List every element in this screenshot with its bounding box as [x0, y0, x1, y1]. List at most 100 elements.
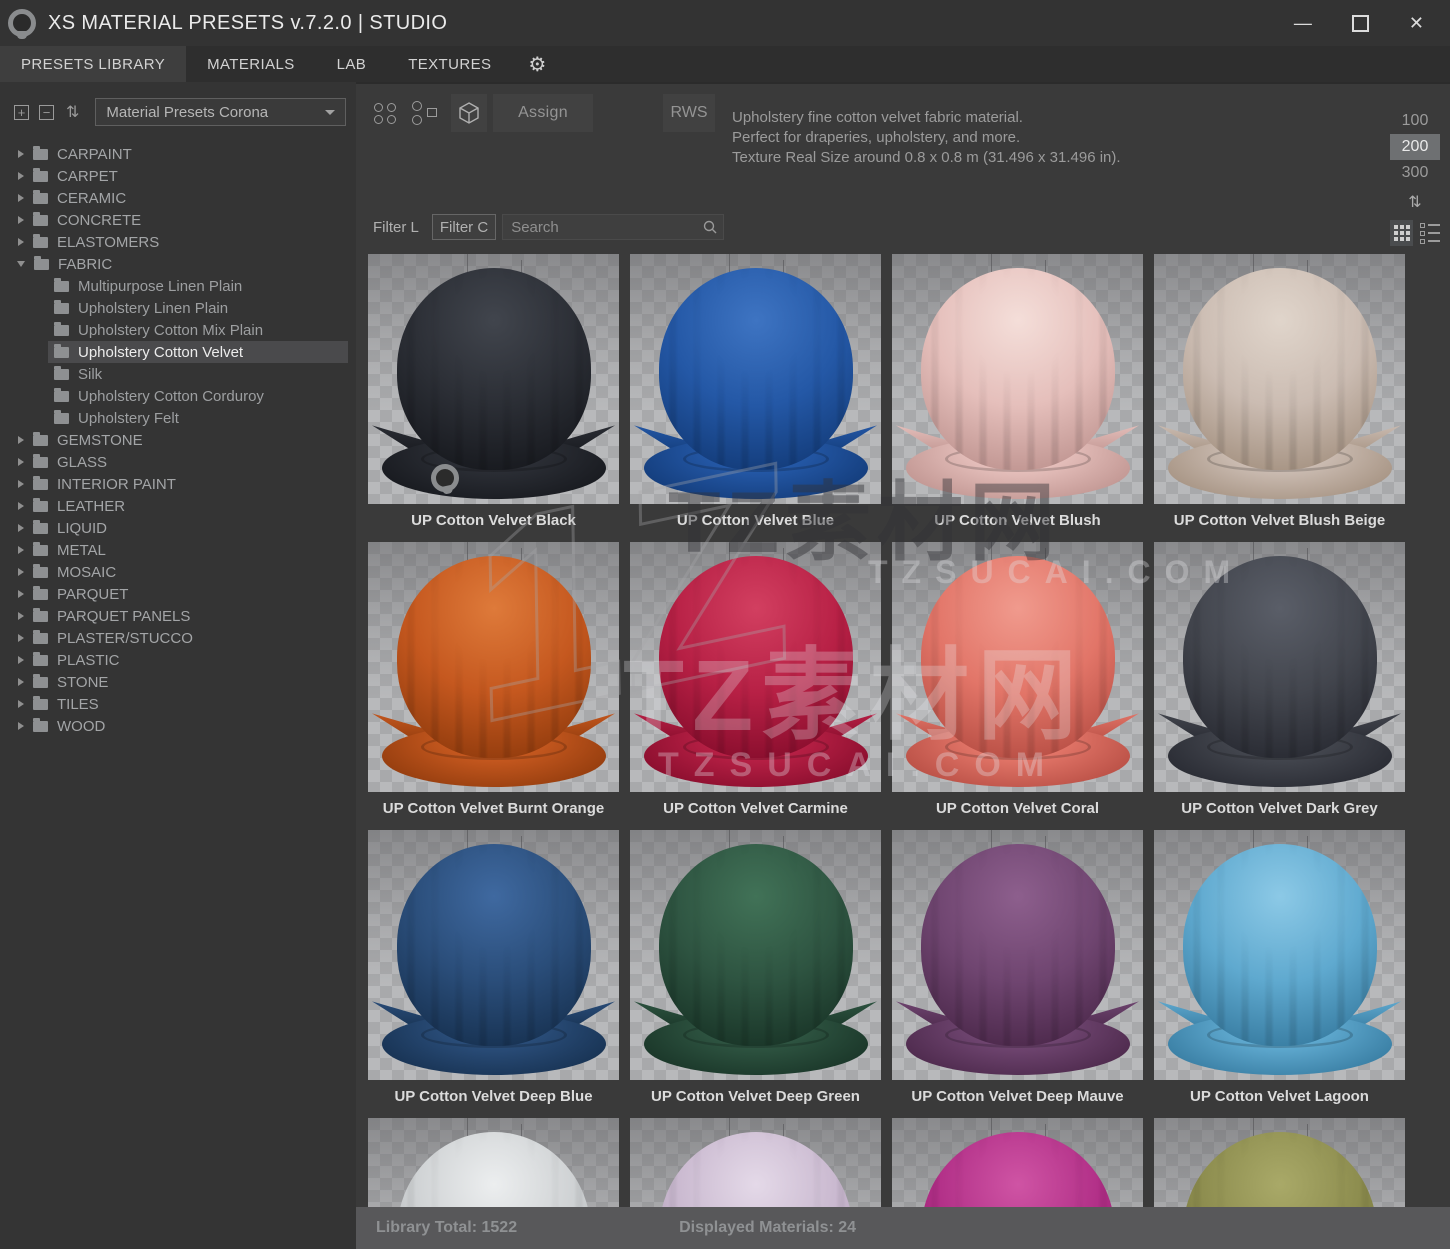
- expand-arrow-icon[interactable]: [18, 634, 24, 642]
- material-tile[interactable]: UP Cotton Velvet Deep Mauve: [892, 830, 1143, 1118]
- expand-arrow-icon[interactable]: [18, 590, 24, 598]
- rws-button[interactable]: RWS: [663, 94, 715, 132]
- expand-all-icon[interactable]: +: [14, 105, 29, 120]
- tab-lab[interactable]: LAB: [316, 46, 388, 82]
- main-toolbar: Assign RWS: [368, 94, 715, 132]
- sidebar-item-fabric[interactable]: FABRIC: [0, 253, 356, 275]
- sidebar-item-interior-paint[interactable]: INTERIOR PAINT: [0, 473, 356, 495]
- expand-arrow-icon[interactable]: [18, 524, 24, 532]
- material-tile[interactable]: UP Cotton Velvet Blush Beige: [1154, 254, 1405, 542]
- sidebar-item-liquid[interactable]: LIQUID: [0, 517, 356, 539]
- expand-arrow-icon[interactable]: [18, 700, 24, 708]
- material-tile[interactable]: UP Cotton Velvet Blush: [892, 254, 1143, 542]
- expand-arrow-icon[interactable]: [18, 612, 24, 620]
- thumbnail-view-button[interactable]: [368, 94, 403, 132]
- settings-tab[interactable]: ⚙: [512, 46, 562, 82]
- expand-arrow-icon[interactable]: [18, 150, 24, 158]
- displayed-materials: Displayed Materials: 24: [679, 1219, 856, 1237]
- sidebar-item-parquet-panels[interactable]: PARQUET PANELS: [0, 605, 356, 627]
- material-name: UP Cotton Velvet Blush: [892, 504, 1143, 542]
- grid-view-button[interactable]: [1390, 220, 1413, 246]
- sidebar-item-plaster-stucco[interactable]: PLASTER/STUCCO: [0, 627, 356, 649]
- size-100-button[interactable]: 100: [1390, 108, 1440, 134]
- material-tile[interactable]: UP Cotton Velvet Carmine: [630, 542, 881, 830]
- size-200-button[interactable]: 200: [1390, 134, 1440, 160]
- folder-icon: [33, 655, 48, 666]
- sidebar-item-mosaic[interactable]: MOSAIC: [0, 561, 356, 583]
- tab-textures[interactable]: TEXTURES: [387, 46, 512, 82]
- list-view-button[interactable]: [1420, 220, 1440, 246]
- sidebar-item-parquet[interactable]: PARQUET: [0, 583, 356, 605]
- tree-sort-icon[interactable]: ⇅: [66, 102, 79, 122]
- expand-arrow-icon[interactable]: [18, 546, 24, 554]
- description-line: Texture Real Size around 0.8 x 0.8 m (31…: [732, 148, 1121, 168]
- sidebar-item-multipurpose-linen-plain[interactable]: Multipurpose Linen Plain: [48, 275, 348, 297]
- filter-library-button[interactable]: Filter L: [368, 219, 424, 236]
- minimize-icon[interactable]: —: [1294, 14, 1312, 32]
- preview-object-button[interactable]: [451, 94, 487, 132]
- material-tile[interactable]: UP Cotton Velvet Lagoon: [1154, 830, 1405, 1118]
- expand-arrow-icon[interactable]: [18, 238, 24, 246]
- sidebar-item-concrete[interactable]: CONCRETE: [0, 209, 356, 231]
- sidebar-item-gemstone[interactable]: GEMSTONE: [0, 429, 356, 451]
- sidebar-item-ceramic[interactable]: CERAMIC: [0, 187, 356, 209]
- sidebar-item-upholstery-cotton-corduroy[interactable]: Upholstery Cotton Corduroy: [48, 385, 348, 407]
- material-tile[interactable]: UP Cotton Velvet Coral: [892, 542, 1143, 830]
- sidebar-item-carpaint[interactable]: CARPAINT: [0, 143, 356, 165]
- material-tile[interactable]: UP Cotton Velvet Deep Green: [630, 830, 881, 1118]
- sidebar-item-elastomers[interactable]: ELASTOMERS: [0, 231, 356, 253]
- grid-view-icon: [1394, 225, 1410, 241]
- material-tile[interactable]: UP Cotton Velvet Burnt Orange: [368, 542, 619, 830]
- search-input[interactable]: [502, 214, 724, 240]
- expand-arrow-icon[interactable]: [18, 568, 24, 576]
- tab-materials[interactable]: MATERIALS: [186, 46, 316, 82]
- sidebar-item-silk[interactable]: Silk: [48, 363, 348, 385]
- maximize-icon[interactable]: [1352, 15, 1369, 32]
- sidebar-item-upholstery-felt[interactable]: Upholstery Felt: [48, 407, 348, 429]
- material-tile[interactable]: UP Cotton Velvet Black: [368, 254, 619, 542]
- material-tile[interactable]: [630, 1118, 881, 1209]
- assign-button[interactable]: Assign: [493, 94, 593, 132]
- sidebar-item-tiles[interactable]: TILES: [0, 693, 356, 715]
- material-ball: [921, 556, 1115, 758]
- sidebar-item-metal[interactable]: METAL: [0, 539, 356, 561]
- expand-arrow-icon[interactable]: [18, 678, 24, 686]
- expand-arrow-icon[interactable]: [18, 722, 24, 730]
- material-tile[interactable]: [892, 1118, 1143, 1209]
- expand-arrow-icon[interactable]: [18, 656, 24, 664]
- sidebar-item-carpet[interactable]: CARPET: [0, 165, 356, 187]
- sidebar-item-glass[interactable]: GLASS: [0, 451, 356, 473]
- expand-arrow-icon[interactable]: [18, 216, 24, 224]
- expand-arrow-icon[interactable]: [18, 480, 24, 488]
- material-tile[interactable]: UP Cotton Velvet Blue: [630, 254, 881, 542]
- sidebar-item-upholstery-cotton-mix-plain[interactable]: Upholstery Cotton Mix Plain: [48, 319, 348, 341]
- material-tile[interactable]: [368, 1118, 619, 1209]
- close-icon[interactable]: ✕: [1409, 14, 1424, 32]
- material-preview: [892, 542, 1143, 792]
- expand-arrow-icon[interactable]: [18, 502, 24, 510]
- sidebar-item-stone[interactable]: STONE: [0, 671, 356, 693]
- material-grid: UP Cotton Velvet Black UP Cotton Velvet …: [368, 254, 1405, 1209]
- material-tile[interactable]: [1154, 1118, 1405, 1209]
- size-300-button[interactable]: 300: [1390, 160, 1440, 186]
- node-view-button[interactable]: [403, 94, 445, 132]
- sidebar-item-upholstery-cotton-velvet[interactable]: Upholstery Cotton Velvet: [48, 341, 348, 363]
- sort-order-icon[interactable]: ⇅: [1390, 192, 1440, 214]
- material-ball: [1183, 844, 1377, 1046]
- material-tile[interactable]: UP Cotton Velvet Deep Blue: [368, 830, 619, 1118]
- sidebar-item-upholstery-linen-plain[interactable]: Upholstery Linen Plain: [48, 297, 348, 319]
- material-tile[interactable]: UP Cotton Velvet Dark Grey: [1154, 542, 1405, 830]
- library-dropdown[interactable]: Material Presets Corona: [95, 98, 346, 126]
- collapse-arrow-icon[interactable]: [17, 261, 25, 267]
- filter-category-button[interactable]: Filter C: [432, 214, 496, 240]
- folder-icon: [33, 611, 48, 622]
- expand-arrow-icon[interactable]: [18, 194, 24, 202]
- expand-arrow-icon[interactable]: [18, 172, 24, 180]
- expand-arrow-icon[interactable]: [18, 436, 24, 444]
- expand-arrow-icon[interactable]: [18, 458, 24, 466]
- sidebar-item-leather[interactable]: LEATHER: [0, 495, 356, 517]
- tab-presets-library[interactable]: PRESETS LIBRARY: [0, 46, 186, 82]
- sidebar-item-wood[interactable]: WOOD: [0, 715, 356, 737]
- sidebar-item-plastic[interactable]: PLASTIC: [0, 649, 356, 671]
- collapse-all-icon[interactable]: −: [39, 105, 54, 120]
